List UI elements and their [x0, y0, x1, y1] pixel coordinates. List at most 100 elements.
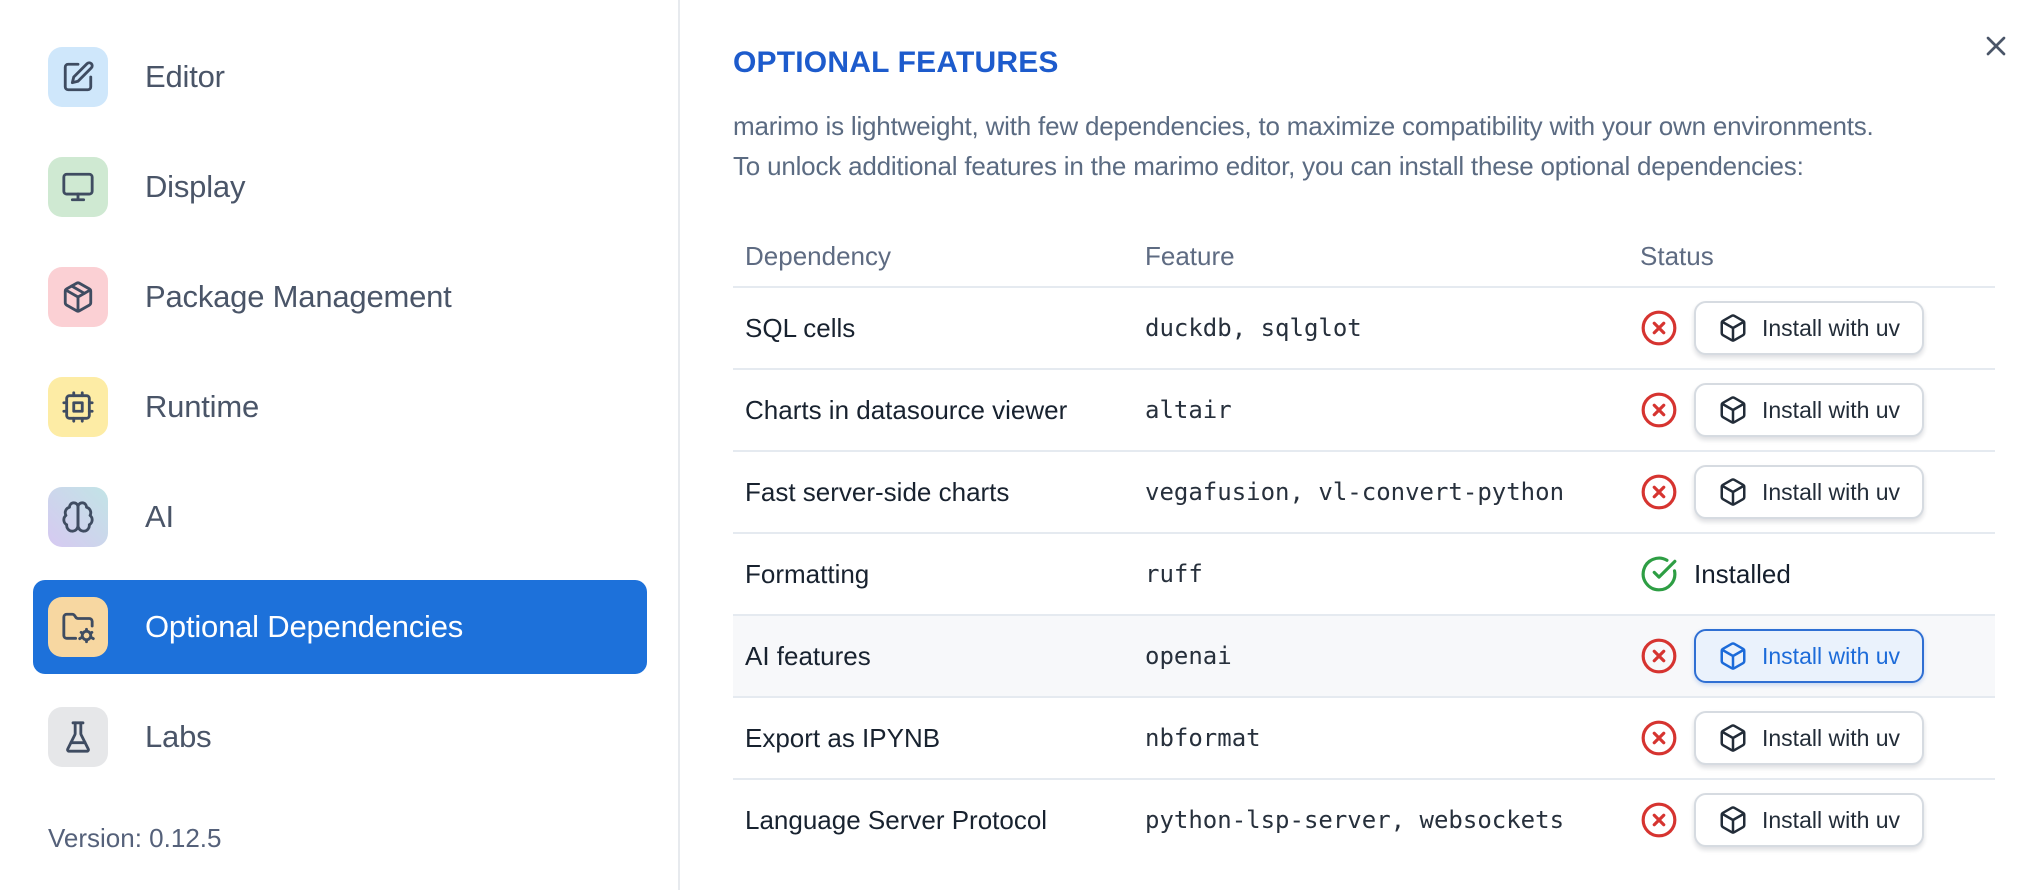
description-line-2: To unlock additional features in the mar… — [733, 151, 1804, 181]
table-row: AI features openai Install with uv — [733, 616, 1995, 698]
dependency-cell: AI features — [745, 640, 871, 671]
page-title: OPTIONAL FEATURES — [733, 46, 1059, 79]
circle-x-icon — [1641, 802, 1677, 838]
optional-features-panel: OPTIONAL FEATURES marimo is lightweight,… — [680, 0, 2042, 890]
sidebar-item-tile — [48, 267, 108, 327]
install-with-uv-button[interactable]: Install with uv — [1694, 465, 1925, 519]
box-icon — [1720, 642, 1746, 670]
install-with-uv-label: Install with uv — [1762, 396, 1901, 423]
sidebar-item-tile — [48, 377, 108, 437]
sidebar-item-label: Editor — [145, 59, 225, 94]
status-cell: Install with uv — [1640, 465, 1995, 519]
box-icon — [1720, 806, 1746, 834]
folder-cog-icon — [62, 612, 95, 644]
dependencies-table: Dependency Feature Status SQL cells duck… — [733, 226, 1995, 860]
sidebar-nav: Editor Display Package Management Runtim… — [33, 30, 678, 784]
sidebar-item-label: Display — [145, 169, 246, 204]
status-icon-wrap — [1640, 309, 1678, 347]
sidebar-item-labs[interactable]: Labs — [33, 690, 647, 784]
description-line-1: marimo is lightweight, with few dependen… — [733, 111, 1874, 141]
circle-check-icon — [1641, 556, 1677, 592]
sidebar-item-tile — [48, 157, 108, 217]
description: marimo is lightweight, with few dependen… — [733, 106, 2042, 186]
sidebar-item-tile — [48, 47, 108, 107]
feature-cell: altair — [1145, 396, 1232, 424]
installed-label: Installed — [1694, 558, 1791, 589]
status-icon-wrap — [1640, 637, 1678, 675]
sidebar-item-label: Runtime — [145, 389, 260, 424]
sidebar-item-runtime[interactable]: Runtime — [33, 360, 647, 454]
sidebar-item-label: Package Management — [145, 279, 452, 314]
sidebar-item-display[interactable]: Display — [33, 140, 647, 234]
feature-cell: ruff — [1145, 560, 1203, 588]
box-icon — [1720, 724, 1746, 752]
status-icon-wrap — [1640, 719, 1678, 757]
circle-x-icon — [1641, 474, 1677, 510]
feature-cell: vegafusion, vl-convert-python — [1145, 478, 1565, 506]
table-body: SQL cells duckdb, sqlglot Install with u… — [733, 288, 1995, 860]
sidebar-item-label: Labs — [145, 719, 212, 754]
status-cell: Install with uv — [1640, 629, 1995, 683]
install-with-uv-button[interactable]: Install with uv — [1694, 793, 1925, 847]
dependency-cell: Charts in datasource viewer — [745, 394, 1068, 425]
column-header-dependency: Dependency — [745, 240, 891, 271]
sidebar-item-tile — [48, 487, 108, 547]
install-with-uv-label: Install with uv — [1762, 642, 1901, 669]
sidebar-item-editor[interactable]: Editor — [33, 30, 647, 124]
feature-cell: duckdb, sqlglot — [1145, 314, 1362, 342]
sidebar-item-tile — [48, 597, 108, 657]
box-icon — [1720, 314, 1746, 342]
sidebar-item-label: AI — [145, 499, 174, 534]
table-row: SQL cells duckdb, sqlglot Install with u… — [733, 288, 1995, 370]
settings-dialog: Editor Display Package Management Runtim… — [0, 0, 2042, 890]
table-row: Export as IPYNB nbformat Install with uv — [733, 698, 1995, 780]
status-cell: Install with uv — [1640, 711, 1995, 765]
status-cell: Install with uv — [1640, 301, 1995, 355]
table-row: Fast server-side charts vegafusion, vl-c… — [733, 452, 1995, 534]
box-icon — [1720, 396, 1746, 424]
flask-icon — [66, 721, 90, 753]
table-row: Language Server Protocol python-lsp-serv… — [733, 780, 1995, 860]
monitor-icon — [62, 172, 94, 202]
feature-cell: nbformat — [1145, 724, 1261, 752]
sidebar-item-optional-dependencies[interactable]: Optional Dependencies — [33, 580, 647, 674]
dependency-cell: Formatting — [745, 558, 870, 589]
status-cell: Install with uv — [1640, 383, 1995, 437]
column-header-status: Status — [1640, 240, 1714, 271]
sidebar-item-ai[interactable]: AI — [33, 470, 647, 564]
column-header-feature: Feature — [1145, 240, 1235, 271]
install-with-uv-button[interactable]: Install with uv — [1694, 629, 1925, 683]
install-with-uv-label: Install with uv — [1762, 806, 1901, 833]
dependency-cell: Language Server Protocol — [745, 804, 1048, 835]
install-with-uv-label: Install with uv — [1762, 314, 1901, 341]
brain-icon — [62, 501, 94, 533]
cpu-icon — [62, 391, 94, 423]
square-pen-icon — [63, 61, 94, 92]
install-with-uv-button[interactable]: Install with uv — [1694, 711, 1925, 765]
dependency-cell: SQL cells — [745, 312, 856, 343]
sidebar-item-package-management[interactable]: Package Management — [33, 250, 647, 344]
table-header: Dependency Feature Status — [733, 226, 1995, 288]
circle-x-icon — [1641, 720, 1677, 756]
status-cell: Install with uv — [1640, 793, 1995, 847]
package-icon — [63, 281, 93, 313]
status-icon-wrap — [1640, 391, 1678, 429]
status-cell: Installed — [1640, 555, 1995, 593]
circle-x-icon — [1641, 638, 1677, 674]
feature-cell: openai — [1145, 642, 1232, 670]
sidebar-item-tile — [48, 707, 108, 767]
sidebar: Editor Display Package Management Runtim… — [0, 0, 680, 890]
install-with-uv-label: Install with uv — [1762, 478, 1901, 505]
close-button[interactable] — [1974, 24, 2018, 68]
install-with-uv-button[interactable]: Install with uv — [1694, 383, 1925, 437]
install-with-uv-label: Install with uv — [1762, 724, 1901, 751]
table-row: Charts in datasource viewer altair Insta… — [733, 370, 1995, 452]
install-with-uv-button[interactable]: Install with uv — [1694, 301, 1925, 355]
status-icon-wrap — [1640, 473, 1678, 511]
dependency-cell: Export as IPYNB — [745, 722, 941, 753]
version-label: Version: 0.12.5 — [48, 823, 222, 853]
status-icon-wrap — [1640, 801, 1678, 839]
table-row: Formatting ruff Installed — [733, 534, 1995, 616]
sidebar-item-label: Optional Dependencies — [145, 609, 464, 644]
close-icon — [1986, 36, 2006, 56]
